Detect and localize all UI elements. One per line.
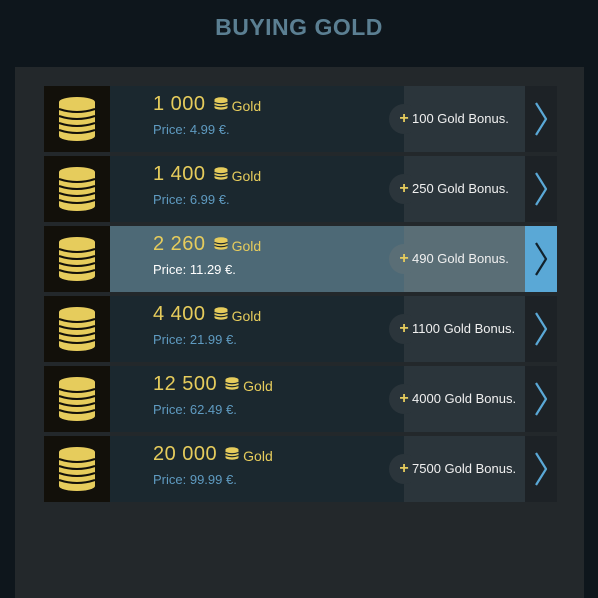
gold-unit-label: Gold	[243, 377, 273, 394]
gold-coin-icon	[225, 443, 239, 466]
gold-amount: 20 000 Gold	[153, 443, 273, 466]
gold-coin-icon	[213, 303, 228, 326]
offer-price: Price: 11.29 €.	[153, 262, 236, 277]
coin-stack-icon	[44, 86, 110, 152]
gold-coin-icon	[225, 373, 239, 396]
gold-offer-row[interactable]: 2 260 Gold Price: 11.29 €. +490 Gold Bonus.	[44, 226, 557, 292]
gold-coin-icon	[213, 163, 228, 186]
gold-coin-icon	[213, 93, 228, 116]
gold-offer-row[interactable]: 12 500 Gold Price: 62.49 €. +4000 Gold Bonu…	[44, 366, 557, 432]
coin-stack-icon	[44, 436, 110, 502]
gold-amount: 2 260 Gold	[153, 233, 261, 256]
gold-amount: 1 400 Gold	[153, 163, 261, 186]
bonus-box: +7500 Gold Bonus.	[389, 436, 525, 502]
buy-arrow-button[interactable]	[525, 156, 557, 222]
offer-price: Price: 62.49 €.	[153, 402, 237, 417]
offer-info: 2 260 Gold Price: 11.29 €.	[110, 226, 404, 292]
bonus-box: +100 Gold Bonus.	[389, 86, 525, 152]
gold-amount-value: 20 000	[153, 443, 218, 465]
coin-stack-icon	[44, 366, 110, 432]
gold-offer-row[interactable]: 1 400 Gold Price: 6.99 €. +250 Gold Bonus.	[44, 156, 557, 222]
bonus-box: +490 Gold Bonus.	[389, 226, 525, 292]
gold-amount-value: 12 500	[153, 373, 218, 395]
buy-arrow-button[interactable]	[525, 226, 557, 292]
offer-info: 20 000 Gold Price: 99.99 €.	[110, 436, 404, 502]
bonus-box: +1100 Gold Bonus.	[389, 296, 525, 362]
bonus-label: 100 Gold Bonus.	[412, 111, 509, 126]
gold-unit-label: Gold	[231, 237, 262, 254]
offer-price: Price: 21.99 €.	[153, 332, 237, 347]
bonus-box: +250 Gold Bonus.	[389, 156, 525, 222]
buy-arrow-button[interactable]	[525, 86, 557, 152]
bonus-label: 250 Gold Bonus.	[412, 181, 509, 196]
offer-price: Price: 4.99 €.	[153, 122, 230, 137]
gold-unit-label: Gold	[231, 307, 262, 324]
bonus-label: 1100 Gold Bonus.	[412, 321, 516, 336]
coin-stack-graphic	[58, 167, 96, 211]
offer-info: 1 400 Gold Price: 6.99 €.	[110, 156, 404, 222]
gold-amount: 1 000 Gold	[153, 93, 261, 116]
gold-amount: 4 400 Gold	[153, 303, 261, 326]
coin-stack-icon	[44, 296, 110, 362]
gold-unit-label: Gold	[231, 97, 262, 114]
offer-price: Price: 6.99 €.	[153, 192, 230, 207]
buy-arrow-button[interactable]	[525, 366, 557, 432]
bonus-label: 4000 Gold Bonus.	[412, 391, 517, 406]
gold-amount-value: 2 260	[153, 233, 206, 255]
gold-offer-row[interactable]: 20 000 Gold Price: 99.99 €. +7500 Gold Bonu…	[44, 436, 557, 502]
gold-amount-value: 1 000	[153, 93, 206, 115]
coin-stack-graphic	[58, 377, 96, 421]
offer-info: 12 500 Gold Price: 62.49 €.	[110, 366, 404, 432]
gold-unit-label: Gold	[243, 447, 273, 464]
offer-info: 4 400 Gold Price: 21.99 €.	[110, 296, 404, 362]
gold-offer-row[interactable]: 4 400 Gold Price: 21.99 €. +1100 Gold Bonus…	[44, 296, 557, 362]
coin-stack-graphic	[58, 447, 96, 491]
coin-stack-graphic	[58, 237, 96, 281]
offer-info: 1 000 Gold Price: 4.99 €.	[110, 86, 404, 152]
gold-unit-label: Gold	[231, 167, 262, 184]
offer-price: Price: 99.99 €.	[153, 472, 237, 487]
gold-amount-value: 1 400	[153, 163, 206, 185]
buy-arrow-button[interactable]	[525, 436, 557, 502]
gold-coin-icon	[213, 233, 228, 256]
coin-stack-graphic	[58, 97, 96, 141]
coin-stack-icon	[44, 226, 110, 292]
bonus-label: 7500 Gold Bonus.	[412, 461, 517, 476]
gold-offer-row[interactable]: 1 000 Gold Price: 4.99 €. +100 Gold Bonus.	[44, 86, 557, 152]
coin-stack-graphic	[58, 307, 96, 351]
gold-amount-value: 4 400	[153, 303, 206, 325]
coin-stack-icon	[44, 156, 110, 222]
bonus-box: +4000 Gold Bonus.	[389, 366, 525, 432]
buy-arrow-button[interactable]	[525, 296, 557, 362]
page-title: BUYING GOLD	[215, 14, 383, 40]
gold-amount: 12 500 Gold	[153, 373, 273, 396]
bonus-label: 490 Gold Bonus.	[412, 251, 509, 266]
